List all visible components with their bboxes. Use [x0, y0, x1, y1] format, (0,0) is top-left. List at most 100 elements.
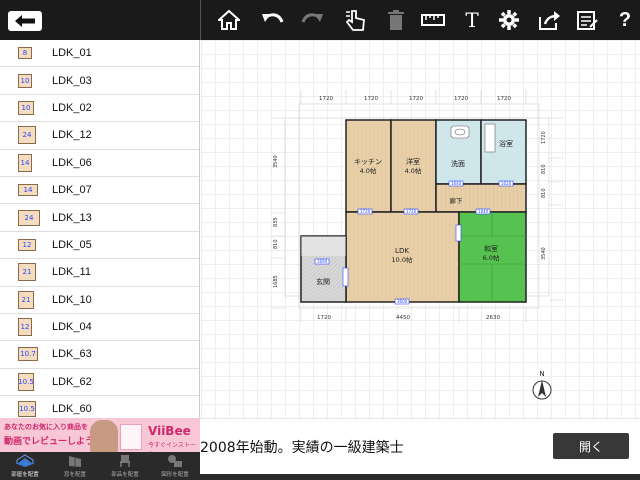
list-item[interactable]: 10 LDK_02: [0, 95, 199, 123]
room-thumbnail: 14: [18, 184, 38, 197]
tab-place-parts[interactable]: 部品を配置: [100, 452, 150, 480]
dim-label: 3540: [273, 155, 279, 168]
redo-button[interactable]: [299, 8, 325, 32]
list-item-label: LDK_13: [52, 211, 92, 224]
ad-headline: 2008年始動。実績の一級建築士: [200, 440, 404, 456]
top-toolbar: T ?: [0, 0, 640, 40]
list-item[interactable]: 21 LDK_11: [0, 259, 199, 287]
ad-banner[interactable]: あなたのお気に入り商品を 動画でレビューしよう! ViiBee 今すぐインストー…: [0, 418, 200, 452]
list-item[interactable]: 12 LDK_05: [0, 232, 199, 260]
list-item[interactable]: 10.5 LDK_60: [0, 396, 199, 418]
list-item-label: LDK_02: [52, 101, 92, 114]
list-item-label: LDK_04: [52, 321, 92, 334]
text-icon: T: [465, 8, 479, 32]
home-icon: [218, 9, 240, 30]
redo-icon: [301, 13, 323, 23]
ad-install-text: 今すぐインストール▶: [148, 442, 196, 452]
list-item-label: LDK_11: [52, 266, 91, 279]
dim-label: 1685: [273, 275, 279, 288]
list-item[interactable]: 10.5 LDK_62: [0, 369, 199, 397]
room-ldk-size: 10.0帖: [392, 255, 413, 264]
undo-icon: [262, 13, 284, 23]
shapes-icon: [168, 455, 182, 467]
dim-label: 1720: [454, 96, 468, 102]
tab-label: 部屋を配置: [11, 472, 39, 478]
room-thumbnail: 24: [18, 209, 40, 226]
right-dimensions: 1720 810 810 3540: [541, 131, 547, 260]
room-japanese-size: 6.0帖: [483, 253, 500, 262]
ad-brand: ViiBee: [148, 424, 191, 438]
list-item-label: LDK_63: [52, 348, 92, 361]
dim-label: 4450: [396, 315, 410, 321]
sink-fixture: [450, 125, 470, 139]
hand-touch-icon: [345, 10, 365, 31]
room-kitchen: [345, 119, 392, 213]
bathtub: [484, 123, 496, 153]
measure-icon: [421, 14, 445, 26]
list-item[interactable]: 12 LDK_04: [0, 314, 199, 342]
list-item[interactable]: 21 LDK_10: [0, 287, 199, 314]
list-item[interactable]: 14 LDK_07: [0, 177, 199, 205]
list-item[interactable]: 8 LDK_01: [0, 40, 199, 68]
text-tool-button[interactable]: T: [459, 8, 485, 32]
ad-text-banner[interactable]: 2008年始動。実績の一級建築士 開く: [200, 418, 640, 474]
share-button[interactable]: [536, 8, 562, 32]
room-bath-name: 浴室: [499, 139, 513, 148]
home-button[interactable]: [216, 8, 242, 32]
undo-button[interactable]: [260, 8, 286, 32]
dim-label: 1720: [409, 96, 423, 102]
dim-label: 2630: [486, 315, 500, 321]
tab-place-shapes[interactable]: 図形を配置: [150, 452, 200, 480]
back-button[interactable]: [8, 11, 42, 31]
dim-label: 835: [273, 217, 279, 227]
help-button[interactable]: ?: [612, 8, 638, 32]
room-kitchen-name: キッチン: [354, 158, 382, 166]
room-western-size: 4.0帖: [405, 166, 422, 175]
measure-button[interactable]: [420, 8, 446, 32]
list-item[interactable]: 10.7 LDK_63: [0, 341, 199, 369]
list-item[interactable]: 14 LDK_06: [0, 150, 199, 177]
note-button[interactable]: [574, 8, 600, 32]
dim-label: 1720: [319, 96, 333, 102]
room-thumbnail: 8: [18, 47, 32, 60]
list-item-label: LDK_62: [52, 375, 92, 388]
list-item[interactable]: 24 LDK_13: [0, 204, 199, 232]
room-western-name: 洋室: [406, 157, 420, 166]
list-item[interactable]: 24 LDK_12: [0, 122, 199, 150]
entrance-storage: [301, 236, 346, 256]
compass: N: [532, 370, 552, 400]
dim-label: 1720: [497, 96, 511, 102]
dim-label: 810: [541, 188, 547, 198]
chair-icon: [120, 455, 130, 467]
dim-label: 810: [273, 239, 279, 249]
select-tool-button[interactable]: [343, 8, 369, 32]
room-thumbnail: 10: [18, 73, 32, 88]
tab-place-room[interactable]: 部屋を配置: [0, 452, 50, 480]
floor-plan-canvas[interactable]: 1720 1720 1720 1720 1720 1720 4450 2630 …: [201, 40, 640, 418]
ad-person-image: [90, 420, 118, 452]
delete-button[interactable]: [383, 8, 409, 32]
bottom-tab-bar: 部屋を配置 窓を配置 部品を配置 図形を配置: [0, 452, 200, 480]
tab-place-window[interactable]: 窓を配置: [50, 452, 100, 480]
left-dimensions: 3540 835 810 1685: [273, 155, 279, 288]
tab-label: 部品を配置: [111, 472, 139, 478]
open-button[interactable]: 開く: [553, 433, 629, 459]
door-label: 3600: [397, 299, 408, 304]
door-label: 1720: [360, 209, 371, 214]
door-label: 1720: [406, 209, 417, 214]
room-thumbnail: 10: [18, 100, 34, 115]
room-western: [390, 119, 437, 213]
dim-label: 3540: [541, 247, 547, 260]
settings-button[interactable]: [496, 8, 522, 32]
list-item[interactable]: 10 LDK_03: [0, 67, 199, 95]
room-template-list: 8 LDK_01 10 LDK_03 10 LDK_02 24 LDK_12 14 LDK…: [0, 40, 200, 418]
window-place-icon: [69, 456, 81, 467]
room-hallway-name: 廊下: [450, 196, 464, 205]
room-place-icon: [16, 454, 34, 467]
ad-text-line1: あなたのお気に入り商品を: [4, 423, 88, 431]
list-item-label: LDK_05: [52, 238, 92, 251]
room-thumbnail: 12: [18, 238, 36, 251]
back-arrow-icon: [15, 15, 35, 27]
ad-text-line2: 動画でレビューしよう!: [4, 437, 99, 447]
tab-label: 窓を配置: [63, 472, 86, 478]
